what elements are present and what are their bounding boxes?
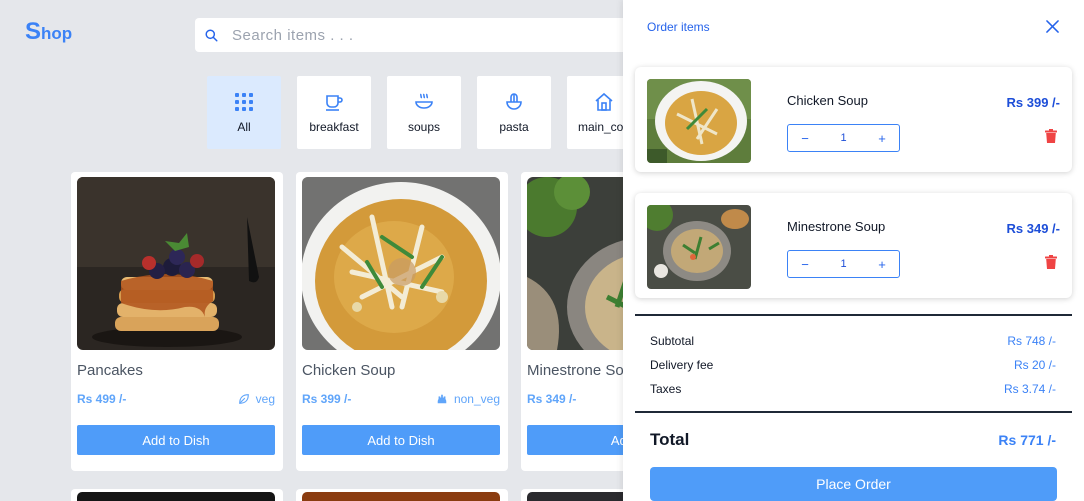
order-item-image	[647, 205, 751, 289]
trash-icon	[1045, 254, 1057, 269]
coffee-cup-icon	[326, 94, 343, 111]
soup-bowl-icon	[415, 93, 433, 109]
product-name: Pancakes	[77, 362, 143, 379]
pancakes-photo	[77, 177, 275, 350]
taxes-value: Rs 3.74 /-	[1003, 382, 1056, 396]
category-soups[interactable]: soups	[387, 76, 461, 149]
order-item-name: Chicken Soup	[787, 93, 868, 108]
delivery-fee-value: Rs 20 /-	[1013, 358, 1056, 372]
home-icon	[595, 92, 613, 111]
order-drawer: Order items Chicken Soup Rs 399 /- − 1 +	[623, 0, 1084, 501]
add-to-dish-button[interactable]: Add to Dish	[302, 425, 500, 455]
product-name: Minestrone So	[527, 362, 624, 379]
chicken-soup-photo	[302, 177, 500, 350]
diet-tag: veg	[238, 392, 275, 406]
product-card: Pancakes Rs 499 /- veg Add to Dish	[71, 172, 283, 471]
category-label: breakfast	[309, 119, 359, 134]
search-bar	[195, 18, 655, 52]
product-price: Rs 499 /-	[77, 392, 127, 406]
order-item-price: Rs 399 /-	[1006, 95, 1060, 110]
total-row: Total Rs 771 /-	[650, 430, 1056, 449]
delete-item-button[interactable]	[1043, 254, 1059, 272]
close-icon	[1045, 20, 1059, 33]
category-pasta[interactable]: pasta	[477, 76, 551, 149]
category-all[interactable]: All	[207, 76, 281, 149]
trash-icon	[1045, 128, 1057, 143]
meat-icon	[437, 394, 447, 404]
pasta-bowl-icon	[506, 92, 522, 110]
chicken-soup-thumb	[647, 79, 751, 163]
category-label: soups	[407, 119, 441, 134]
add-to-dish-button[interactable]: Add to Dish	[77, 425, 275, 455]
category-breakfast[interactable]: breakfast	[297, 76, 371, 149]
order-item: Minestrone Soup Rs 349 /- − 1 +	[635, 193, 1072, 298]
quantity-stepper: − 1 +	[787, 250, 900, 278]
delete-item-button[interactable]	[1043, 128, 1059, 146]
product-price: Rs 399 /-	[302, 392, 352, 406]
leaf-icon	[238, 394, 249, 404]
product-card	[71, 489, 283, 501]
increase-button[interactable]: +	[865, 251, 899, 277]
order-item: Chicken Soup Rs 399 /- − 1 +	[635, 67, 1072, 172]
decrease-button[interactable]: −	[788, 125, 822, 151]
product-image	[302, 177, 500, 350]
divider	[635, 314, 1072, 316]
product-card	[296, 489, 508, 501]
product-price: Rs 349 /-	[527, 392, 577, 406]
product-image	[77, 492, 275, 501]
product-image	[77, 177, 275, 350]
minestrone-soup-thumb	[647, 205, 751, 289]
delivery-fee-row: Delivery fee Rs 20 /-	[650, 358, 1056, 372]
search-icon	[205, 28, 218, 42]
subtotal-value: Rs 748 /-	[1007, 334, 1056, 348]
grid-icon	[235, 92, 253, 111]
increase-button[interactable]: +	[865, 125, 899, 151]
drawer-title: Order items	[647, 20, 710, 34]
shop-logo[interactable]: Shop	[25, 18, 72, 46]
quantity-value: 1	[840, 132, 847, 144]
close-button[interactable]	[1042, 18, 1062, 38]
product-card: Chicken Soup Rs 399 /- non_veg Add to Di…	[296, 172, 508, 471]
search-input[interactable]	[232, 26, 632, 44]
order-item-image	[647, 79, 751, 163]
product-name: Chicken Soup	[302, 362, 396, 379]
taxes-row: Taxes Rs 3.74 /-	[650, 382, 1056, 396]
category-bar: All breakfast soups pasta main_cou	[207, 76, 641, 149]
category-label: pasta	[499, 119, 529, 134]
total-value: Rs 771 /-	[998, 432, 1056, 448]
diet-tag: non_veg	[436, 392, 500, 406]
decrease-button[interactable]: −	[788, 251, 822, 277]
category-label: All	[237, 119, 251, 134]
place-order-button[interactable]: Place Order	[650, 467, 1057, 501]
quantity-value: 1	[840, 258, 847, 270]
divider	[635, 411, 1072, 413]
quantity-stepper: − 1 +	[787, 124, 900, 152]
order-item-price: Rs 349 /-	[1006, 221, 1060, 236]
subtotal-row: Subtotal Rs 748 /-	[650, 334, 1056, 348]
order-item-name: Minestrone Soup	[787, 219, 886, 234]
product-image	[302, 492, 500, 501]
